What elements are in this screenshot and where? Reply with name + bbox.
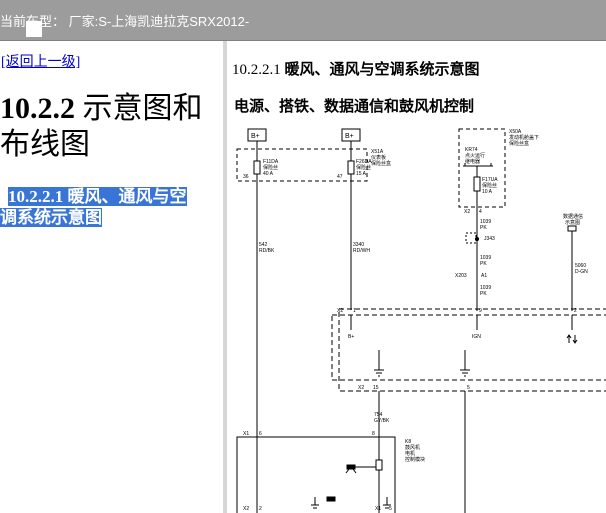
data-comm-ref bbox=[567, 225, 577, 232]
f26da-type: 保险丝 bbox=[356, 164, 371, 171]
bplus-label-1: B+ bbox=[251, 133, 260, 140]
wire-754-color: GY/BK bbox=[374, 418, 390, 424]
wire-3340-color: RD/WH bbox=[353, 248, 370, 254]
bplus-input: B+ bbox=[348, 334, 354, 340]
fuse-f11da bbox=[253, 160, 261, 175]
kr74-desc-2: 继电器 bbox=[465, 158, 480, 165]
x2-conn-a: X2 bbox=[464, 209, 470, 215]
ground-icon-1 bbox=[374, 369, 384, 377]
heading-number: 10.2.2 bbox=[0, 92, 75, 125]
f17ua-type: 保险丝 bbox=[482, 182, 497, 189]
data-comm-sub: 示意图 bbox=[565, 219, 580, 226]
k8-blower-module bbox=[236, 436, 396, 513]
x203-label: X203 bbox=[455, 273, 467, 279]
data-comm-label: 数据通信 bbox=[563, 213, 583, 220]
kr74-desc-1: 点火运行 bbox=[465, 152, 485, 159]
wire-pk-b: PK bbox=[480, 261, 487, 267]
x2-conn-c: X2 bbox=[358, 385, 364, 391]
fuse-f17ua bbox=[473, 176, 481, 192]
k8-resistor bbox=[375, 459, 383, 471]
f11da-type: 保险丝 bbox=[263, 164, 278, 171]
a1-label: A1 bbox=[481, 273, 487, 279]
transistor-icon bbox=[345, 464, 357, 474]
x51a-desc-1: 仪表板 bbox=[371, 154, 386, 161]
wire-5060-color: D-GN bbox=[575, 269, 588, 275]
data-arrows-icon bbox=[566, 334, 578, 344]
header-square bbox=[26, 21, 42, 37]
wiring-diagram: B+ B+ X51A 仪表板 保险丝盒 F11DA 保险丝 40 A 36 F2… bbox=[236, 128, 606, 513]
pin-5: 5 bbox=[467, 385, 470, 391]
x2-conn-d: X2 bbox=[243, 506, 249, 512]
j343-label: J343 bbox=[484, 236, 495, 242]
fuse-f26da bbox=[347, 160, 355, 175]
x50a-fuse-block bbox=[458, 128, 506, 208]
x1-conn-a: X1 bbox=[243, 431, 249, 437]
diagram-subtitle: 电源、搭铁、数据通信和鼓风机控制 bbox=[234, 99, 475, 115]
back-link[interactable]: [返回上一级] bbox=[1, 51, 80, 71]
pin-36: 36 bbox=[243, 174, 249, 180]
bplus-label-2: B+ bbox=[345, 133, 354, 140]
module-switch-icon bbox=[326, 496, 336, 502]
section-title: 10.2.2.1 暖风、通风与空调系统示意图 bbox=[232, 58, 480, 79]
pin-4: 4 bbox=[479, 209, 482, 215]
f11da-amp: 40 A bbox=[263, 171, 274, 177]
ground-icon-3 bbox=[311, 497, 319, 509]
x1-conn-b: X1 bbox=[375, 506, 381, 512]
left-pane: [返回上一级] 10.2.2 示意图和布线图 10.2.2.1 暖风、通风与空 … bbox=[0, 41, 222, 513]
x2-conn-b: X2 bbox=[337, 308, 343, 314]
wire-pk-c: PK bbox=[480, 291, 487, 297]
selected-toc-link[interactable]: 10.2.2.1 暖风、通风与空 调系统示意图 bbox=[0, 186, 222, 228]
k8-desc-2: 电机 bbox=[405, 450, 415, 457]
pin-47: 47 bbox=[337, 174, 343, 180]
x50a-desc-2: 保险丝盒 bbox=[509, 140, 529, 147]
toc-line-2: 调系统示意图 bbox=[0, 208, 102, 227]
f26da-amp: 15 A bbox=[356, 171, 367, 177]
toc-line-1: 10.2.2.1 暖风、通风与空 bbox=[8, 187, 187, 206]
section-text: 暖风、通风与空调系统示意图 bbox=[280, 62, 480, 78]
k8-desc-1: 鼓风机 bbox=[405, 444, 420, 451]
x50a-desc-1: 发动机舱盖下 bbox=[509, 134, 539, 141]
pin-2b: 2 bbox=[259, 506, 262, 512]
right-pane: 10.2.2.1 暖风、通风与空调系统示意图 电源、搭铁、数据通信和鼓风机控制 … bbox=[227, 41, 606, 513]
pin-1: 1 bbox=[353, 308, 356, 314]
section-number: 10.2.2.1 bbox=[232, 62, 281, 78]
ground-icon-2 bbox=[460, 369, 470, 377]
k8-desc-3: 控制模块 bbox=[405, 456, 425, 463]
page-heading: 10.2.2 示意图和布线图 bbox=[0, 91, 222, 163]
pin-6: 6 bbox=[259, 431, 262, 437]
splice-j343 bbox=[465, 232, 477, 244]
pin-8: 8 bbox=[372, 431, 375, 437]
ign-input: IGN bbox=[472, 334, 481, 340]
wire-542-color: RD/BK bbox=[259, 248, 275, 254]
f17ua-amp: 10 A bbox=[482, 189, 493, 195]
wire-pk-a: PK bbox=[480, 225, 487, 231]
pin-2: 2 bbox=[574, 308, 577, 314]
x51a-desc-2: 保险丝盒 bbox=[371, 160, 391, 167]
pin-9: 9 bbox=[479, 308, 482, 314]
pin-5b: 5 bbox=[389, 506, 392, 512]
pin-15: 15 bbox=[373, 385, 379, 391]
app-header: 当前车型： 厂家:S-上海凯迪拉克SRX2012- bbox=[0, 0, 606, 41]
